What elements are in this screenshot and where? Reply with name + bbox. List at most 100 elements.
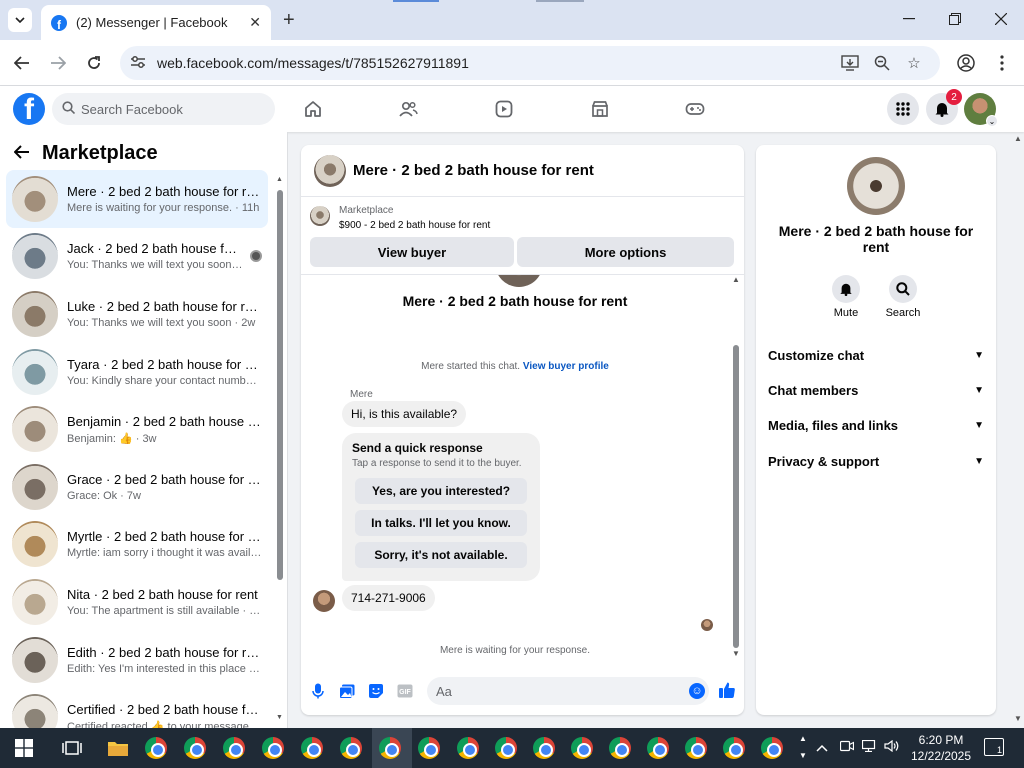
scroll-down-arrow-icon[interactable]: ▼: [732, 649, 740, 658]
chrome-taskbar-button[interactable]: [684, 736, 708, 760]
conversation-row[interactable]: Jack · 2 bed 2 bath house for rent You: T…: [6, 228, 268, 286]
nav-home[interactable]: [301, 97, 325, 121]
chrome-taskbar-button[interactable]: [570, 736, 594, 760]
file-explorer-button[interactable]: [106, 736, 130, 760]
conversation-row[interactable]: Tyara · 2 bed 2 bath house for rent You: …: [6, 343, 268, 401]
site-settings-icon[interactable]: [130, 55, 150, 72]
chrome-taskbar-button[interactable]: [494, 736, 518, 760]
section-media-files-links[interactable]: Media, files and links ▼: [768, 410, 984, 440]
chrome-taskbar-button[interactable]: [532, 736, 556, 760]
close-tab-icon[interactable]: ✕: [249, 14, 261, 31]
scroll-down-arrow-icon[interactable]: ▼: [1014, 714, 1022, 723]
reload-button[interactable]: [83, 52, 105, 74]
sticker-icon[interactable]: [367, 682, 385, 700]
action-center-button[interactable]: 1: [984, 738, 1004, 756]
like-button[interactable]: [717, 680, 737, 700]
view-buyer-profile-link[interactable]: View buyer profile: [523, 361, 609, 372]
menu-button[interactable]: [887, 93, 919, 125]
quick-reply-button[interactable]: Yes, are you interested?: [355, 478, 527, 504]
chrome-taskbar-button[interactable]: [378, 736, 402, 760]
install-app-icon[interactable]: [840, 53, 860, 73]
facebook-search-box[interactable]: [52, 93, 275, 125]
start-button[interactable]: [12, 736, 36, 760]
chrome-taskbar-button[interactable]: [646, 736, 670, 760]
section-customize-chat[interactable]: Customize chat ▼: [768, 340, 984, 370]
close-window-button[interactable]: [992, 10, 1010, 28]
conversation-row[interactable]: Nita · 2 bed 2 bath house for rent You: T…: [6, 573, 268, 631]
nav-video[interactable]: [492, 97, 516, 121]
address-bar[interactable]: web.facebook.com/messages/t/785152627911…: [120, 46, 940, 80]
photo-icon[interactable]: [338, 682, 356, 700]
url-text[interactable]: web.facebook.com/messages/t/785152627911…: [157, 55, 469, 71]
chrome-taskbar-button[interactable]: [300, 736, 324, 760]
chrome-taskbar-button[interactable]: [608, 736, 632, 760]
chrome-taskbar-button[interactable]: [261, 736, 285, 760]
conversation-row[interactable]: Certified · 2 bed 2 bath house for rent C…: [6, 688, 268, 728]
browser-tab[interactable]: f (2) Messenger | Facebook ✕: [41, 5, 271, 40]
chevron-up-icon[interactable]: [816, 740, 828, 755]
tab-search-button[interactable]: [8, 8, 32, 32]
nav-gaming[interactable]: [683, 97, 707, 121]
search-icon[interactable]: [889, 275, 917, 303]
browser-menu-button[interactable]: [991, 52, 1013, 74]
chrome-taskbar-button[interactable]: [339, 736, 363, 760]
chrome-taskbar-button[interactable]: [183, 736, 207, 760]
chrome-taskbar-button[interactable]: [222, 736, 246, 760]
scroll-up-arrow-icon[interactable]: ▲: [276, 176, 283, 183]
profile-button[interactable]: [955, 52, 977, 74]
new-tab-button[interactable]: +: [283, 10, 295, 30]
bookmark-star-icon[interactable]: ☆: [904, 53, 924, 73]
message-bubble[interactable]: Hi, is this available?: [342, 401, 467, 427]
search-input[interactable]: [81, 101, 261, 117]
forward-button[interactable]: [47, 52, 69, 74]
quick-reply-button[interactable]: Sorry, it's not available.: [355, 542, 527, 568]
conversation-row[interactable]: Edith · 2 bed 2 bath house for rent Edith…: [6, 631, 268, 689]
scroll-up-arrow-icon[interactable]: ▲: [1014, 134, 1022, 143]
sidebar-scrollbar[interactable]: ▲ ▼: [276, 176, 284, 721]
emoji-icon[interactable]: ☺: [689, 683, 705, 699]
chrome-taskbar-button[interactable]: [722, 736, 746, 760]
gif-icon[interactable]: GIF: [396, 682, 414, 700]
conversation-row[interactable]: Myrtle · 2 bed 2 bath house for rent Myrt…: [6, 516, 268, 574]
chrome-taskbar-button[interactable]: [760, 736, 784, 760]
scroll-up-arrow-icon[interactable]: ▲: [732, 275, 740, 284]
taskbar-scroll-arrows[interactable]: ▲ ▼: [799, 730, 807, 764]
chrome-taskbar-button[interactable]: [456, 736, 480, 760]
message-bubble[interactable]: 714-271-9006: [342, 585, 435, 611]
bell-icon[interactable]: [832, 275, 860, 303]
chat-title[interactable]: Mere · 2 bed 2 bath house for rent: [353, 162, 744, 179]
chat-avatar[interactable]: [314, 154, 346, 187]
network-icon[interactable]: [861, 739, 878, 755]
facebook-logo-icon[interactable]: f: [13, 93, 45, 125]
task-view-button[interactable]: [60, 736, 84, 760]
system-clock[interactable]: 6:20 PM 12/22/2025: [906, 732, 976, 764]
more-options-button[interactable]: More options: [517, 237, 734, 267]
scroll-down-arrow-icon[interactable]: ▼: [276, 714, 283, 721]
conversation-row[interactable]: Benjamin · 2 bed 2 bath house for rent Be…: [6, 400, 268, 458]
back-button[interactable]: [11, 52, 33, 74]
scrollbar-thumb[interactable]: [277, 190, 283, 580]
nav-friends[interactable]: [396, 97, 420, 121]
nav-marketplace[interactable]: [588, 97, 612, 121]
chrome-taskbar-button[interactable]: [144, 736, 168, 760]
back-arrow-icon[interactable]: [13, 142, 30, 165]
mute-action[interactable]: Mute: [821, 275, 871, 319]
section-privacy-support[interactable]: Privacy & support ▼: [768, 446, 984, 476]
chevron-down-icon[interactable]: ⌄: [986, 115, 998, 127]
chrome-taskbar-button[interactable]: [417, 736, 441, 760]
message-input-box[interactable]: ☺: [427, 677, 709, 705]
restore-button[interactable]: [946, 10, 964, 28]
scrollbar-thumb[interactable]: [733, 345, 739, 648]
conversation-row[interactable]: Grace · 2 bed 2 bath house for rent Grace…: [6, 458, 268, 516]
quick-reply-button[interactable]: In talks. I'll let you know.: [355, 510, 527, 536]
search-action[interactable]: Search: [878, 275, 928, 319]
zoom-icon[interactable]: [872, 53, 892, 73]
microphone-icon[interactable]: [309, 682, 327, 700]
notifications-button[interactable]: 2: [926, 89, 962, 125]
thread-scrollbar[interactable]: ▲ ▼: [731, 275, 741, 665]
conversation-row[interactable]: Luke · 2 bed 2 bath house for rent You: T…: [6, 285, 268, 343]
meet-now-icon[interactable]: [839, 740, 855, 755]
sender-avatar[interactable]: [313, 590, 335, 612]
page-scrollbar[interactable]: ▲ ▼: [1012, 132, 1024, 728]
message-input[interactable]: [436, 683, 676, 699]
